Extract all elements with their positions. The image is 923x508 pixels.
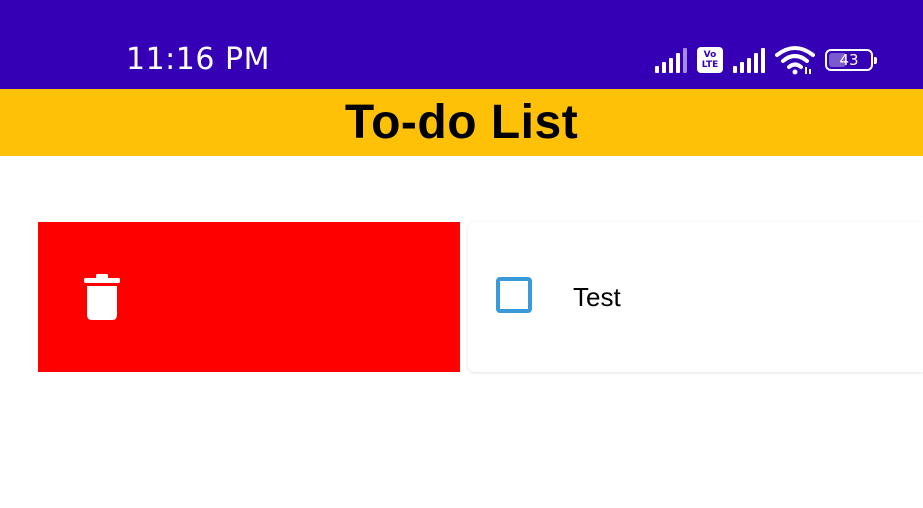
battery-level: 43 — [839, 51, 859, 69]
signal-strength-icon — [655, 47, 687, 73]
page-title: To-do List — [344, 96, 579, 149]
swipe-delete-background[interactable] — [38, 222, 460, 372]
todo-list-item[interactable]: Test — [38, 222, 923, 372]
status-icons: Vo LTE 43 — [655, 44, 877, 76]
todo-card[interactable]: Test — [468, 222, 923, 372]
wifi-icon — [775, 45, 815, 75]
todo-checkbox[interactable] — [496, 277, 532, 313]
app-bar: To-do List — [0, 89, 923, 156]
signal-strength-icon-2 — [733, 47, 765, 73]
trash-icon[interactable] — [84, 274, 120, 320]
volte-icon: Vo LTE — [697, 47, 723, 73]
todo-item-text: Test — [573, 282, 621, 312]
status-time: 11:16 PM — [126, 42, 270, 77]
volte-label-top: Vo — [703, 50, 717, 60]
status-bar: 11:16 PM Vo LTE 43 — [0, 0, 923, 89]
battery-icon: 43 — [825, 49, 877, 71]
volte-label-bottom: LTE — [701, 60, 719, 70]
